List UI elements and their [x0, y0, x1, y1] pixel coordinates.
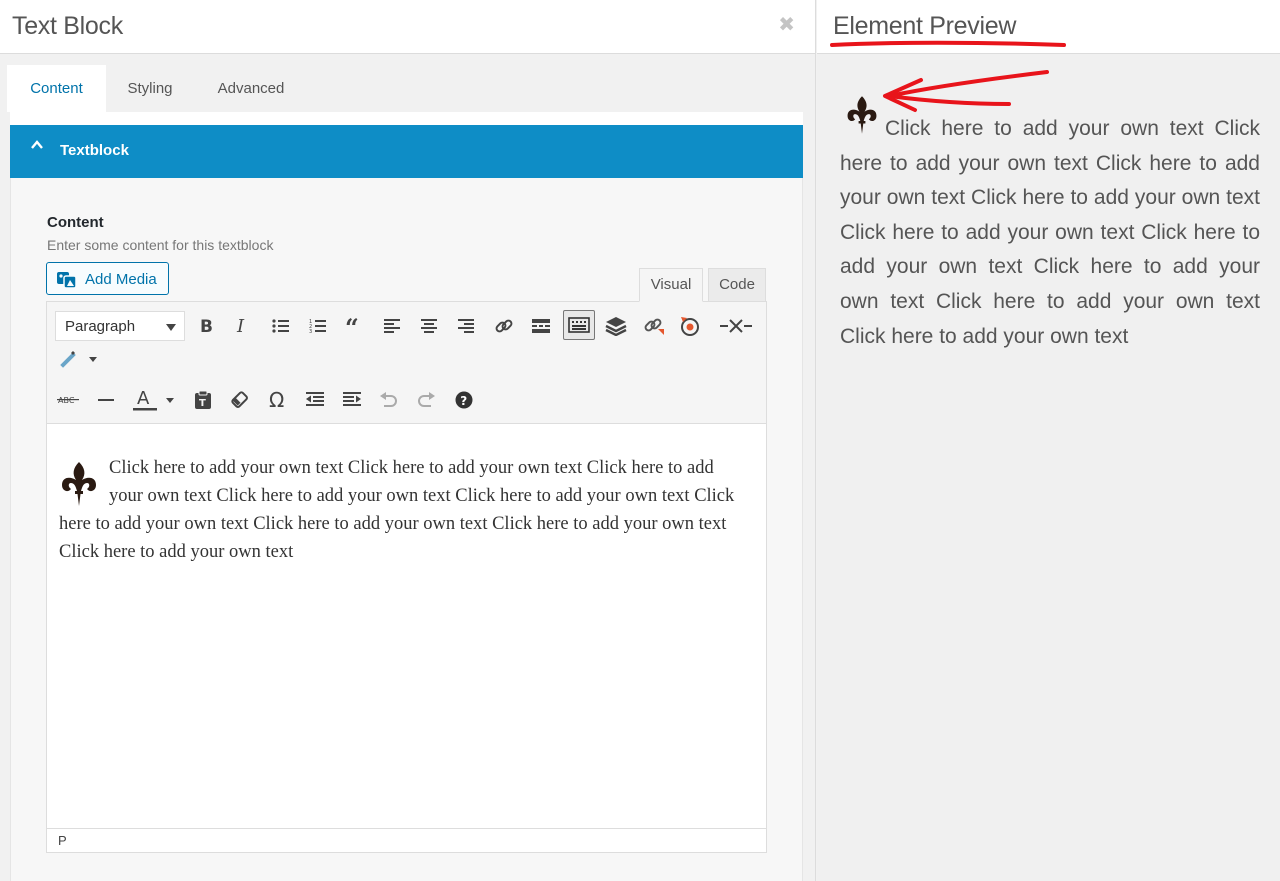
indent-icon[interactable] [337, 385, 367, 415]
align-right-icon[interactable] [451, 311, 481, 341]
panel-header: Text Block ✖ [0, 0, 815, 54]
add-media-button[interactable]: Add Media [46, 262, 169, 295]
fleur-de-lis-image[interactable] [59, 460, 99, 508]
insert-link-icon[interactable] [489, 311, 519, 341]
clear-formatting-icon[interactable] [225, 385, 255, 415]
tab-visual[interactable]: Visual [639, 268, 703, 302]
format-select[interactable]: Paragraph [55, 311, 185, 341]
svg-text:“: “ [345, 318, 359, 334]
svg-text:Ω: Ω [269, 390, 284, 410]
media-icon [57, 272, 77, 289]
section-label: Textblock [60, 142, 129, 159]
editor-text[interactable]: Click here to add your own text Click he… [59, 454, 751, 566]
target-icon[interactable] [675, 311, 705, 341]
tab-code[interactable]: Code [708, 268, 766, 302]
italic-icon[interactable]: I [227, 311, 257, 341]
close-icon[interactable]: ✖ [778, 13, 795, 37]
bold-icon[interactable]: B [191, 311, 221, 341]
field-description: Enter some content for this textblock [47, 237, 274, 253]
blockquote-icon[interactable]: “ [340, 311, 370, 341]
editor-statusbar: P [47, 828, 766, 852]
toolbar-toggle-icon[interactable] [563, 310, 595, 340]
svg-text:3: 3 [309, 329, 312, 334]
tab-content[interactable]: Content [7, 65, 106, 112]
preview-text-content: Click here to add your own text Click he… [840, 117, 1260, 348]
text-color-icon[interactable]: A [129, 385, 177, 415]
preview-text: Click here to add your own text Click he… [840, 96, 1260, 354]
read-more-icon[interactable] [526, 311, 556, 341]
outdent-icon[interactable] [300, 385, 330, 415]
align-center-icon[interactable] [414, 311, 444, 341]
paste-as-text-icon[interactable]: T [188, 385, 218, 415]
svg-text:B: B [200, 317, 213, 335]
editor-text-content: Click here to add your own text Click he… [59, 458, 735, 562]
help-icon[interactable]: ? [449, 385, 479, 415]
section-toggle-textblock[interactable]: Textblock [10, 125, 803, 178]
chevron-down-icon [166, 324, 176, 331]
svg-text:A: A [137, 388, 150, 409]
align-left-icon[interactable] [377, 311, 407, 341]
tab-styling[interactable]: Styling [110, 65, 190, 112]
rich-text-editor: Paragraph B I 123 “ ABC A T Ω ? Click he… [46, 301, 767, 853]
tab-advanced[interactable]: Advanced [200, 65, 302, 112]
svg-text:ABC: ABC [58, 396, 75, 405]
editor-toolbar: Paragraph B I 123 “ ABC A T Ω ? [47, 302, 766, 424]
text-block-panel: Text Block ✖ Content Styling Advanced Te… [0, 0, 816, 881]
format-select-value: Paragraph [65, 318, 136, 335]
bulleted-list-icon[interactable] [266, 311, 296, 341]
element-path[interactable]: P [58, 833, 67, 848]
chevron-up-icon [31, 140, 43, 149]
fleur-de-lis-image [847, 96, 877, 134]
special-character-icon[interactable]: Ω [263, 385, 293, 415]
field-label: Content [47, 214, 104, 231]
redo-icon[interactable] [411, 385, 441, 415]
unlink-icon[interactable] [639, 311, 669, 341]
annotation-underline [830, 40, 1066, 47]
panel-title: Text Block [12, 12, 123, 40]
tab-bar: Content Styling Advanced [0, 54, 815, 112]
annotation-arrow [883, 70, 1049, 112]
svg-text:T: T [199, 398, 206, 409]
horizontal-line-icon[interactable] [91, 385, 121, 415]
magic-wand-icon[interactable] [55, 345, 99, 375]
split-icon[interactable] [717, 311, 755, 341]
editor-content-area[interactable]: Click here to add your own text Click he… [47, 426, 766, 829]
layers-icon[interactable] [601, 311, 631, 341]
preview-title: Element Preview [833, 12, 1017, 40]
svg-text:I: I [236, 317, 245, 335]
numbered-list-icon[interactable]: 123 [303, 311, 333, 341]
svg-text:?: ? [460, 394, 467, 408]
undo-icon[interactable] [374, 385, 404, 415]
element-preview-panel: Element Preview Click here to add your o… [817, 0, 1280, 881]
strikethrough-icon[interactable]: ABC [53, 385, 83, 415]
add-media-label: Add Media [85, 271, 157, 288]
